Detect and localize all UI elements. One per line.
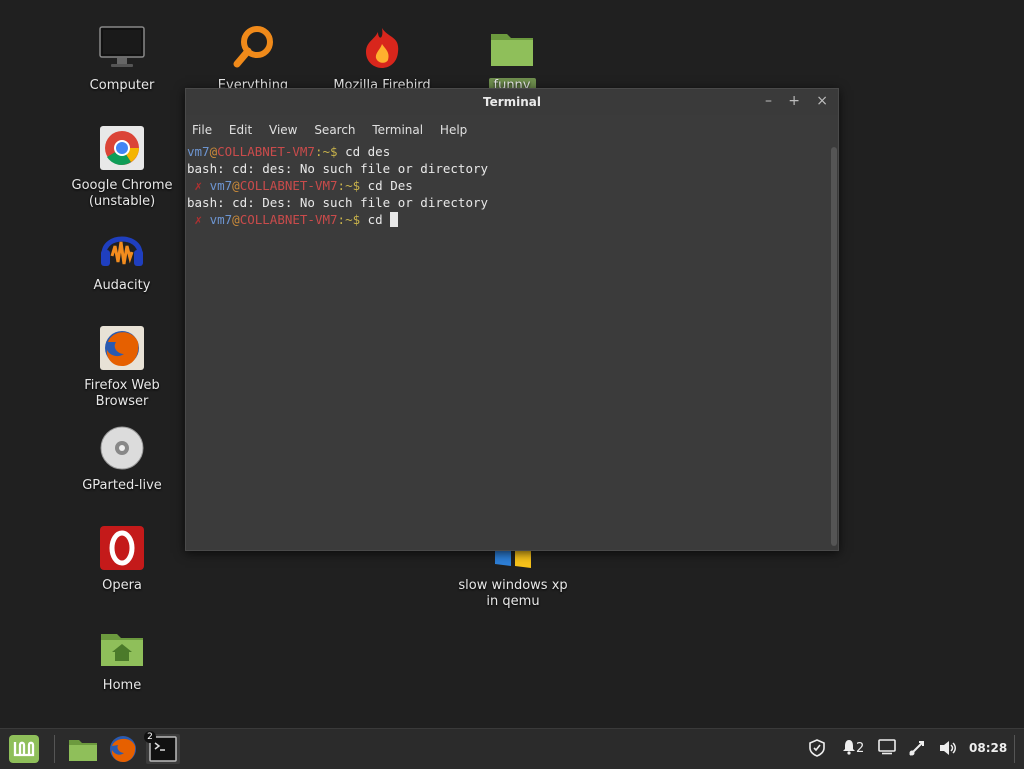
disc-icon xyxy=(98,424,146,472)
shield-icon[interactable] xyxy=(808,739,826,761)
menu-edit[interactable]: Edit xyxy=(229,123,252,137)
desktop-icon-opera[interactable]: Opera xyxy=(67,524,177,594)
terminal-menubar: File Edit View Search Terminal Help xyxy=(186,119,838,141)
error-mark: ✗ xyxy=(187,212,210,227)
error-mark: ✗ xyxy=(187,178,210,193)
desktop-icon-label: Firefox Web Browser xyxy=(84,378,160,409)
folder-icon xyxy=(488,24,536,72)
chrome-icon xyxy=(98,124,146,172)
clock[interactable]: 08:28 xyxy=(969,741,1007,755)
prompt-dollar: $ xyxy=(352,212,361,227)
prompt-host: COLLABNET-VM7 xyxy=(217,144,315,159)
desktop-icon-everything[interactable]: Everything xyxy=(198,24,308,94)
desktop-icon-gparted[interactable]: GParted-live xyxy=(67,424,177,494)
desktop-icon-label: GParted-live xyxy=(82,478,162,493)
menu-search[interactable]: Search xyxy=(314,123,355,137)
menu-terminal[interactable]: Terminal xyxy=(372,123,423,137)
desktop-icon-label: Audacity xyxy=(93,278,151,293)
prompt-dollar: $ xyxy=(330,144,338,159)
terminal-line-prompt: ✗ vm7@COLLABNET-VM7:~$ cd Des xyxy=(187,177,828,194)
notification-count: 2 xyxy=(856,741,865,756)
prompt-path: ~ xyxy=(345,178,353,193)
home-folder-icon xyxy=(98,624,146,672)
prompt-user: vm7 xyxy=(187,144,210,159)
prompt-host: COLLABNET-VM7 xyxy=(239,178,338,193)
opera-icon xyxy=(98,524,146,572)
terminal-scrollbar[interactable] xyxy=(831,147,837,546)
taskbar-separator xyxy=(54,735,55,763)
command-text: cd xyxy=(360,212,391,227)
volume-icon[interactable] xyxy=(938,739,958,761)
firefox-icon xyxy=(98,324,146,372)
close-icon[interactable]: × xyxy=(816,93,828,109)
network-icon[interactable] xyxy=(908,739,926,761)
command-text: cd des xyxy=(337,144,391,159)
prompt-at: @ xyxy=(209,144,218,159)
terminal-task-button[interactable]: 2 xyxy=(144,731,180,764)
files-launcher-icon[interactable] xyxy=(68,734,98,764)
task-count-badge: 2 xyxy=(144,731,156,743)
taskbar: 2 2 08:28 xyxy=(0,728,1024,769)
magnifier-icon xyxy=(229,24,277,72)
desktop-icon-audacity[interactable]: Audacity xyxy=(67,224,177,294)
prompt-path: ~ xyxy=(322,144,331,159)
minimize-icon[interactable]: – xyxy=(765,93,772,109)
prompt-user: vm7 xyxy=(209,178,233,193)
menu-view[interactable]: View xyxy=(269,123,297,137)
prompt-sep: : xyxy=(337,212,346,227)
text-cursor xyxy=(390,212,399,227)
desktop-icon-firebird[interactable]: Mozilla Firebird xyxy=(327,24,437,94)
display-icon[interactable] xyxy=(878,739,896,759)
desktop-icon-label: Google Chrome (unstable) xyxy=(71,178,173,209)
notifications-icon[interactable]: 2 xyxy=(842,739,864,756)
prompt-dollar: $ xyxy=(352,178,361,193)
terminal-line-output: bash: cd: des: No such file or directory xyxy=(187,161,489,176)
desktop-icon-chrome[interactable]: Google Chrome (unstable) xyxy=(67,124,177,210)
prompt-user: vm7 xyxy=(209,212,233,227)
desktop-icon-firefox[interactable]: Firefox Web Browser xyxy=(67,324,177,410)
terminal-output[interactable]: vm7@COLLABNET-VM7:~$ cd des bash: cd: de… xyxy=(186,143,828,550)
desktop-icon-home[interactable]: Home xyxy=(67,624,177,694)
prompt-at: @ xyxy=(232,178,240,193)
terminal-title: Terminal xyxy=(482,95,542,109)
prompt-host: COLLABNET-VM7 xyxy=(239,212,338,227)
desktop-icon-label: Home xyxy=(102,678,142,693)
scrollbar-thumb[interactable] xyxy=(831,147,837,546)
monitor-icon xyxy=(98,24,146,72)
prompt-at: @ xyxy=(232,212,240,227)
command-text: cd Des xyxy=(360,178,413,193)
mint-menu-icon[interactable] xyxy=(8,734,40,764)
terminal-line-prompt: ✗ vm7@COLLABNET-VM7:~$ cd xyxy=(187,211,828,228)
terminal-titlebar[interactable]: Terminal – + × xyxy=(186,89,838,115)
desktop-icon-label: Opera xyxy=(102,578,142,593)
show-desktop-separator[interactable] xyxy=(1014,735,1015,763)
terminal-window[interactable]: Terminal – + × File Edit View Search Ter… xyxy=(185,88,839,551)
desktop-icon-label: Computer xyxy=(89,78,155,93)
firebird-icon xyxy=(358,24,406,72)
menu-help[interactable]: Help xyxy=(440,123,467,137)
terminal-line-prompt: vm7@COLLABNET-VM7:~$ cd des xyxy=(187,143,828,160)
terminal-line-output: bash: cd: Des: No such file or directory xyxy=(187,195,489,210)
menu-file[interactable]: File xyxy=(192,123,212,137)
prompt-path: ~ xyxy=(345,212,353,227)
desktop-icon-funny-folder[interactable]: funny xyxy=(457,24,567,94)
desktop-icon-computer[interactable]: Computer xyxy=(67,24,177,94)
headphones-icon xyxy=(98,224,146,272)
firefox-launcher-icon[interactable] xyxy=(108,734,138,764)
prompt-sep: : xyxy=(337,178,346,193)
maximize-icon[interactable]: + xyxy=(788,93,800,109)
desktop-icon-label: slow windows xp in qemu xyxy=(458,578,568,609)
